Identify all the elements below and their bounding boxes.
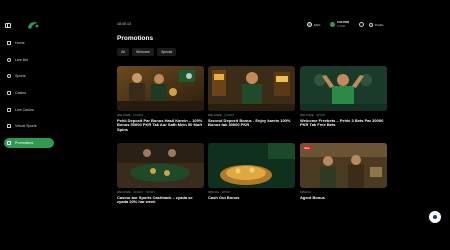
sidebar-item-label: Live Bet (15, 57, 28, 62)
sidebar-item-label: Promotions (15, 141, 34, 146)
sidebar-item-label: Home (15, 41, 25, 45)
promo-card[interactable]: New SPECIAL Agent Bonus (300, 143, 387, 200)
sidebar: Home Live Bet Sports Casino Live Casino … (0, 0, 112, 250)
promo-image (117, 143, 204, 188)
promo-title: Second Deposit Bonus - Enjoy karein 100%… (208, 117, 291, 128)
page-title: Promotions (117, 35, 154, 42)
promo-image (208, 66, 295, 111)
sidebar-nav: Home Live Bet Sports Casino Live Casino … (4, 38, 54, 155)
sidebar-item-virtual-sports[interactable]: Virtual Sports (4, 121, 54, 131)
live-casino-icon (7, 107, 11, 112)
sidebar-item-casino[interactable]: Casino (4, 88, 54, 98)
sidebar-item-promotions[interactable]: Promotions (4, 138, 54, 149)
filter-welcome[interactable]: Welcome (132, 48, 155, 56)
wallet-icon (330, 22, 335, 27)
logo[interactable] (26, 20, 40, 30)
sidebar-item-label: Virtual Sports (15, 124, 37, 129)
promo-card[interactable]: SPECIAL · SPORT Cash Out Bonus (208, 143, 295, 200)
promo-card[interactable]: WELCOME · SPORT Welcome Freebets – Pehle… (300, 66, 387, 128)
new-badge: New (303, 146, 311, 150)
flag-icon (307, 22, 312, 27)
promo-card[interactable]: WELCOME · CASINO Pehli Deposit Par Bonus… (117, 66, 204, 132)
promo-tags: WELCOME · SPORT (300, 114, 326, 117)
balance-widget[interactable]: 0.00 PKR 0 PKR (330, 20, 356, 29)
notification-icon[interactable] (359, 22, 364, 27)
language-selector[interactable]: ENG (307, 21, 325, 28)
virtual-sports-icon (7, 124, 11, 129)
promotions-icon (7, 141, 11, 146)
chat-support-button[interactable] (429, 211, 441, 223)
balance-sub: 0 PKR (337, 23, 346, 28)
sidebar-item-sports[interactable]: Sports (4, 71, 54, 81)
language-label: ENG (314, 22, 321, 27)
sidebar-item-label: Live Casino (15, 107, 34, 112)
promo-image (300, 66, 387, 111)
promo-title: Casino aur Sports Cashback – zyada se zy… (117, 194, 193, 205)
promo-title: Agent Bonus (300, 194, 325, 200)
sports-icon (7, 74, 11, 79)
menu-toggle-icon[interactable] (5, 23, 11, 28)
sidebar-item-live-casino[interactable]: Live Casino (4, 105, 54, 115)
clock: 18:40:13 (117, 22, 131, 26)
promo-title: Cash Out Bonus (208, 194, 240, 200)
sidebar-item-label: Casino (15, 91, 27, 96)
promo-tags: SPECIAL · SPORT (208, 191, 231, 194)
promo-title: Pehli Deposit Par Bonus Hasil Karein – 1… (117, 117, 203, 132)
promo-tags: WELCOME · CASINO · SPORT (117, 191, 155, 194)
home-icon (7, 41, 11, 45)
top-bar: 18:40:13 ENG 0.00 PKR 0 PKR Profile (112, 19, 390, 31)
promo-tags: WELCOME · CASINO (117, 114, 144, 117)
sidebar-item-live-bet[interactable]: Live Bet (4, 55, 54, 65)
promo-card[interactable]: WELCOME · CASINO Second Deposit Bonus - … (208, 66, 295, 128)
live-icon (7, 57, 11, 62)
filter-all[interactable]: All (117, 48, 129, 56)
promo-image: New (300, 143, 387, 188)
casino-icon (7, 91, 11, 96)
promo-title: Welcome Freebets – Pehle 3 Bets Par 3000… (300, 117, 384, 128)
promo-filters: All Welcome Special (117, 48, 177, 56)
promo-image (117, 66, 204, 111)
filter-special[interactable]: Special (157, 48, 177, 56)
promo-image (208, 143, 295, 188)
sidebar-item-home[interactable]: Home (4, 38, 54, 48)
promo-card[interactable]: WELCOME · CASINO · SPORT Casino aur Spor… (117, 143, 204, 205)
sidebar-item-label: Sports (15, 74, 26, 79)
profile-label: Profile (375, 22, 384, 27)
user-icon (369, 22, 373, 27)
promo-tags: WELCOME · CASINO (208, 114, 235, 117)
promo-tags: SPECIAL (300, 191, 312, 194)
profile-button[interactable]: Profile (369, 21, 384, 28)
